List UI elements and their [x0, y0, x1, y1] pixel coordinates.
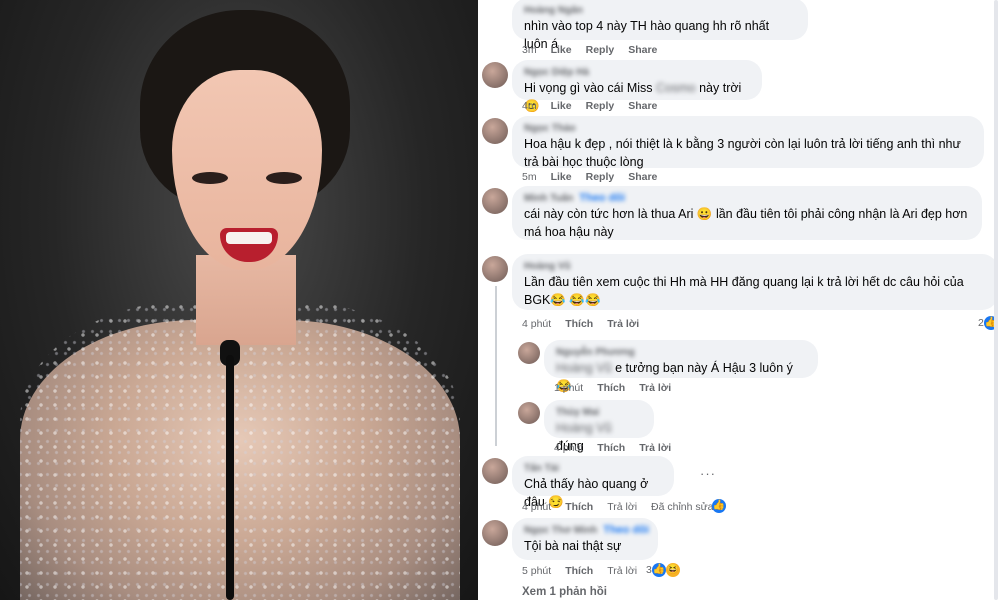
reaction-count[interactable]: 3 👍 😆 — [646, 563, 680, 577]
comment-author[interactable]: Thùy Mai — [556, 406, 642, 419]
follow-link[interactable]: Theo dõi — [579, 192, 625, 204]
avatar[interactable] — [482, 118, 508, 144]
reply-button[interactable]: Reply — [586, 171, 615, 183]
scrollbar[interactable] — [994, 0, 998, 600]
avatar[interactable] — [482, 62, 508, 88]
comment-bubble: Ngọc Thơ Minh Theo dõi Tội bà nai thật sự — [512, 518, 658, 560]
reply-button[interactable]: Reply — [586, 100, 615, 112]
comment-author[interactable]: Tấn Tài — [524, 462, 662, 475]
comment-text: Tội bà nai thật sự — [524, 539, 622, 553]
edited-label: Đã chỉnh sửa — [651, 501, 714, 513]
comment-text: Lần đầu tiên xem cuộc thi Hh mà HH đăng … — [524, 275, 964, 307]
like-button[interactable]: Thích — [597, 442, 625, 454]
view-replies-link[interactable]: Xem 1 phản hồi — [522, 586, 607, 598]
comment-actions: 4m Like Reply Share — [522, 100, 658, 112]
contestant-photo — [0, 0, 478, 600]
avatar[interactable] — [482, 520, 508, 546]
haha-reaction-icon: 😆 — [665, 563, 680, 577]
comment-actions: 3m Like Reply Share — [522, 44, 671, 56]
reply-button[interactable]: Trả lời — [607, 565, 637, 577]
comment-bubble: Minh Tuấn Theo dõi cái này còn tức hơn là… — [512, 186, 982, 240]
reply-button[interactable]: Trả lời — [607, 318, 639, 330]
like-button[interactable]: Like — [551, 171, 572, 183]
reply-bubble: Thùy Mai Hoàng Vũ đúng — [544, 400, 654, 453]
comment-time[interactable]: 3m — [522, 44, 537, 56]
reaction-count[interactable]: 👍 — [712, 499, 726, 513]
mention-link[interactable]: Hoàng Vũ — [556, 421, 612, 435]
comment-actions: 5 phút Thích Trả lời — [522, 565, 638, 577]
like-button[interactable]: Thích — [565, 318, 593, 330]
comment-author[interactable]: Ngọc Thơ Minh Theo dõi — [524, 524, 649, 537]
share-button[interactable]: Share — [628, 100, 657, 112]
comment-text: cái này còn tức hơn là thua Ari 😀 lần đầ… — [524, 207, 968, 239]
reply-button[interactable]: Reply — [586, 44, 615, 56]
comment-author[interactable]: Nguyễn Phương — [556, 346, 806, 359]
like-reaction-icon: 👍 — [651, 563, 666, 577]
mention-link[interactable]: Hoàng Vũ — [556, 361, 612, 375]
reply-button[interactable]: Trả lời — [607, 501, 637, 513]
reply-thread-line — [495, 286, 497, 446]
share-button[interactable]: Share — [628, 171, 657, 183]
like-button[interactable]: Thích — [597, 382, 625, 394]
avatar[interactable] — [482, 188, 508, 214]
share-button[interactable]: Share — [628, 44, 657, 56]
comment-author[interactable]: Hoàng Vũ — [524, 260, 986, 273]
like-button[interactable]: Like — [551, 100, 572, 112]
follow-link[interactable]: Theo dõi — [603, 524, 649, 536]
comment-bubble: Hoàng Vũ Lần đầu tiên xem cuộc thi Hh mà… — [512, 254, 998, 310]
like-button[interactable]: Thích — [565, 565, 593, 577]
like-reaction-icon: 👍 — [712, 499, 726, 513]
comment-actions: 4 phút Thích Trả lời — [554, 442, 672, 454]
like-button[interactable]: Thích — [565, 501, 593, 513]
avatar[interactable] — [518, 342, 540, 364]
reply-button[interactable]: Trả lời — [639, 382, 671, 394]
comment-author[interactable]: Minh Tuấn Theo dõi — [524, 192, 970, 205]
comment-bubble: Ngọc Diệp Hà Hi vọng gì vào cái Miss Cos… — [512, 60, 762, 113]
comment-actions: 5m Like Reply Share — [522, 171, 658, 183]
like-button[interactable]: Like — [551, 44, 572, 56]
comment-text: Hoa hậu k đẹp , nói thiệt là k bằng 3 ng… — [524, 137, 961, 169]
avatar[interactable] — [482, 256, 508, 282]
reply-button[interactable]: Trả lời — [639, 442, 671, 454]
more-options-icon[interactable]: ··· — [700, 466, 716, 481]
comment-actions: 4 phút Thích Trả lời — [522, 318, 640, 330]
reply-bubble: Nguyễn Phương Hoàng Vũ e tưởng bạn này Á… — [544, 340, 818, 393]
microphone-stand — [226, 355, 234, 600]
comments-panel: Hoàng Ngân nhìn vào top 4 này TH hào qua… — [480, 0, 1000, 600]
avatar[interactable] — [518, 402, 540, 424]
comment-bubble: Tấn Tài Chả thấy hào quang ở đâu 😏 — [512, 456, 674, 509]
avatar[interactable] — [482, 458, 508, 484]
comment-actions: 1 phút Thích Trả lời — [554, 382, 672, 394]
comment-author[interactable]: Hoàng Ngân — [524, 4, 796, 17]
comment-actions: 4 phút Thích Trả lời Đã chỉnh sửa — [522, 501, 714, 513]
comment-author[interactable]: Ngọc Thảo — [524, 122, 972, 135]
comment-bubble: Hoàng Ngân nhìn vào top 4 này TH hào qua… — [512, 0, 808, 51]
comment-author[interactable]: Ngọc Diệp Hà — [524, 66, 750, 79]
comment-bubble: Ngọc Thảo Hoa hậu k đẹp , nói thiệt là k… — [512, 116, 984, 169]
